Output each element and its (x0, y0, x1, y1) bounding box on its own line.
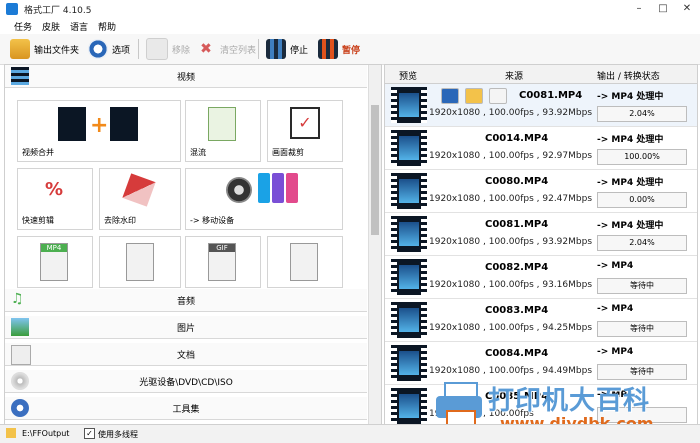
maximize-icon[interactable]: □ (652, 0, 674, 18)
tile-mobile-device[interactable]: -> 移动设备 (185, 168, 343, 230)
task-list: 预览 来源 输出 / 转换状态 C0081.MP4 1920x1080 , 10… (384, 64, 698, 426)
mp4-icon: MP4 (40, 243, 68, 281)
folder-icon[interactable] (6, 428, 16, 438)
close-icon[interactable]: ✕ (676, 0, 698, 18)
menu-skin[interactable]: 皮肤 (42, 20, 60, 33)
task-row[interactable]: C0081.MP4 1920x1080 , 100.00fps , 93.92M… (385, 213, 697, 256)
video-thumbnail (391, 173, 427, 209)
stop-icon (266, 39, 286, 59)
tile-quick-cut[interactable]: % 快速剪辑 (17, 168, 93, 230)
menu-help[interactable]: 帮助 (98, 20, 116, 33)
document-icon (146, 38, 168, 60)
header-preview[interactable]: 预览 (399, 69, 417, 82)
status-bar: E:\FFOutput ✓ 使用多线程 (0, 424, 700, 443)
progress-box: 2.04% (597, 235, 687, 251)
crop-icon: ✓ (290, 107, 320, 139)
tile-to-mp4[interactable]: MP4 (17, 236, 93, 288)
video-thumbnail (391, 216, 427, 252)
mux-icon (208, 107, 236, 141)
task-row[interactable]: C0082.MP4 1920x1080 , 100.00fps , 93.16M… (385, 256, 697, 299)
video-tools-grid: + 视频合并 混流 ✓ 画面裁剪 % 快速剪辑 去除水印 -> 移动设备 MP4… (5, 88, 367, 288)
progress-box: 等待中 (597, 278, 687, 294)
tile-crop[interactable]: ✓ 画面裁剪 (267, 100, 343, 162)
eraser-icon (122, 173, 156, 207)
toolbar: 输出文件夹 选项 移除 ✖ 清空列表 停止 暂停 (0, 34, 700, 65)
task-row[interactable]: C0014.MP4 1920x1080 , 100.00fps , 92.97M… (385, 127, 697, 170)
tile-format[interactable] (99, 236, 181, 288)
app-icon (6, 3, 18, 15)
stop-button[interactable]: 停止 (266, 38, 308, 60)
task-row[interactable]: C0083.MP4 1920x1080 , 100.00fps , 94.25M… (385, 299, 697, 342)
progress-box: 等待中 (597, 321, 687, 337)
scrollbar-thumb[interactable] (371, 105, 379, 235)
tile-remove-watermark[interactable]: 去除水印 (99, 168, 181, 230)
progress-box: 2.04% (597, 106, 687, 122)
film-icon (58, 107, 86, 141)
category-audio[interactable]: ♫ 音频 (5, 289, 367, 312)
output-path[interactable]: E:\FFOutput (22, 429, 69, 438)
printer-icon (436, 382, 484, 428)
multithread-checkbox[interactable]: ✓ (84, 428, 95, 439)
left-scrollbar[interactable] (368, 65, 381, 425)
settings-icon[interactable] (489, 88, 507, 104)
video-thumbnail (391, 345, 427, 381)
task-row[interactable]: C0080.MP4 1920x1080 , 100.00fps , 92.47M… (385, 170, 697, 213)
video-thumbnail (391, 87, 427, 123)
remove-button[interactable]: 移除 (146, 38, 190, 60)
menu-language[interactable]: 语言 (70, 20, 88, 33)
category-panel: 视频 + 视频合并 混流 ✓ 画面裁剪 % 快速剪辑 去除水印 -> 移动设备 … (4, 64, 382, 426)
video-file-icon (290, 243, 318, 281)
multithread-label: 使用多线程 (98, 430, 138, 439)
clear-list-button[interactable]: ✖ 清空列表 (196, 38, 256, 60)
phone-icon (286, 173, 298, 203)
info-icon[interactable] (441, 88, 459, 104)
folder-icon (10, 39, 30, 59)
title-bar: 格式工厂 4.10.5 – □ ✕ (0, 0, 700, 19)
progress-box: 100.00% (597, 149, 687, 165)
tile-mux[interactable]: 混流 (185, 100, 261, 162)
task-list-header: 预览 来源 输出 / 转换状态 (385, 65, 697, 84)
tile-to-gif[interactable]: GIF (185, 236, 261, 288)
category-document[interactable]: 文档 (5, 343, 367, 366)
video-file-icon (126, 243, 154, 281)
menu-task[interactable]: 任务 (14, 20, 32, 33)
header-source[interactable]: 来源 (505, 69, 523, 82)
progress-box: 0.00% (597, 192, 687, 208)
window-title: 格式工厂 4.10.5 (24, 6, 92, 16)
menu-bar: 任务 皮肤 语言 帮助 (0, 18, 700, 34)
pause-icon (318, 39, 338, 59)
category-disc[interactable]: 光驱设备\DVD\CD\ISO (5, 370, 367, 393)
gif-icon: GIF (208, 243, 236, 281)
header-output[interactable]: 输出 / 转换状态 (597, 69, 660, 82)
video-thumbnail (391, 388, 427, 424)
category-video[interactable]: 视频 (5, 65, 367, 88)
video-thumbnail (391, 259, 427, 295)
pause-button[interactable]: 暂停 (318, 38, 360, 60)
scissors-icon: % (44, 179, 64, 200)
options-icon (88, 39, 108, 59)
phone-icon (272, 173, 284, 203)
minimize-icon[interactable]: – (628, 0, 650, 18)
options-button[interactable]: 选项 (88, 38, 130, 60)
task-row[interactable]: C0081.MP4 1920x1080 , 100.00fps , 93.92M… (385, 84, 697, 127)
clear-icon: ✖ (200, 41, 212, 57)
output-folder-button[interactable]: 输出文件夹 (10, 38, 79, 60)
plus-icon: + (90, 113, 109, 138)
video-thumbnail (391, 130, 427, 166)
tile-format-2[interactable] (267, 236, 343, 288)
category-tools[interactable]: 工具集 (5, 397, 367, 420)
tile-video-merge[interactable]: + 视频合并 (17, 100, 181, 162)
film-reel-icon (226, 177, 252, 203)
video-thumbnail (391, 302, 427, 338)
film-icon (110, 107, 138, 141)
category-image[interactable]: 图片 (5, 316, 367, 339)
folder-icon[interactable] (465, 88, 483, 104)
phone-icon (258, 173, 270, 203)
